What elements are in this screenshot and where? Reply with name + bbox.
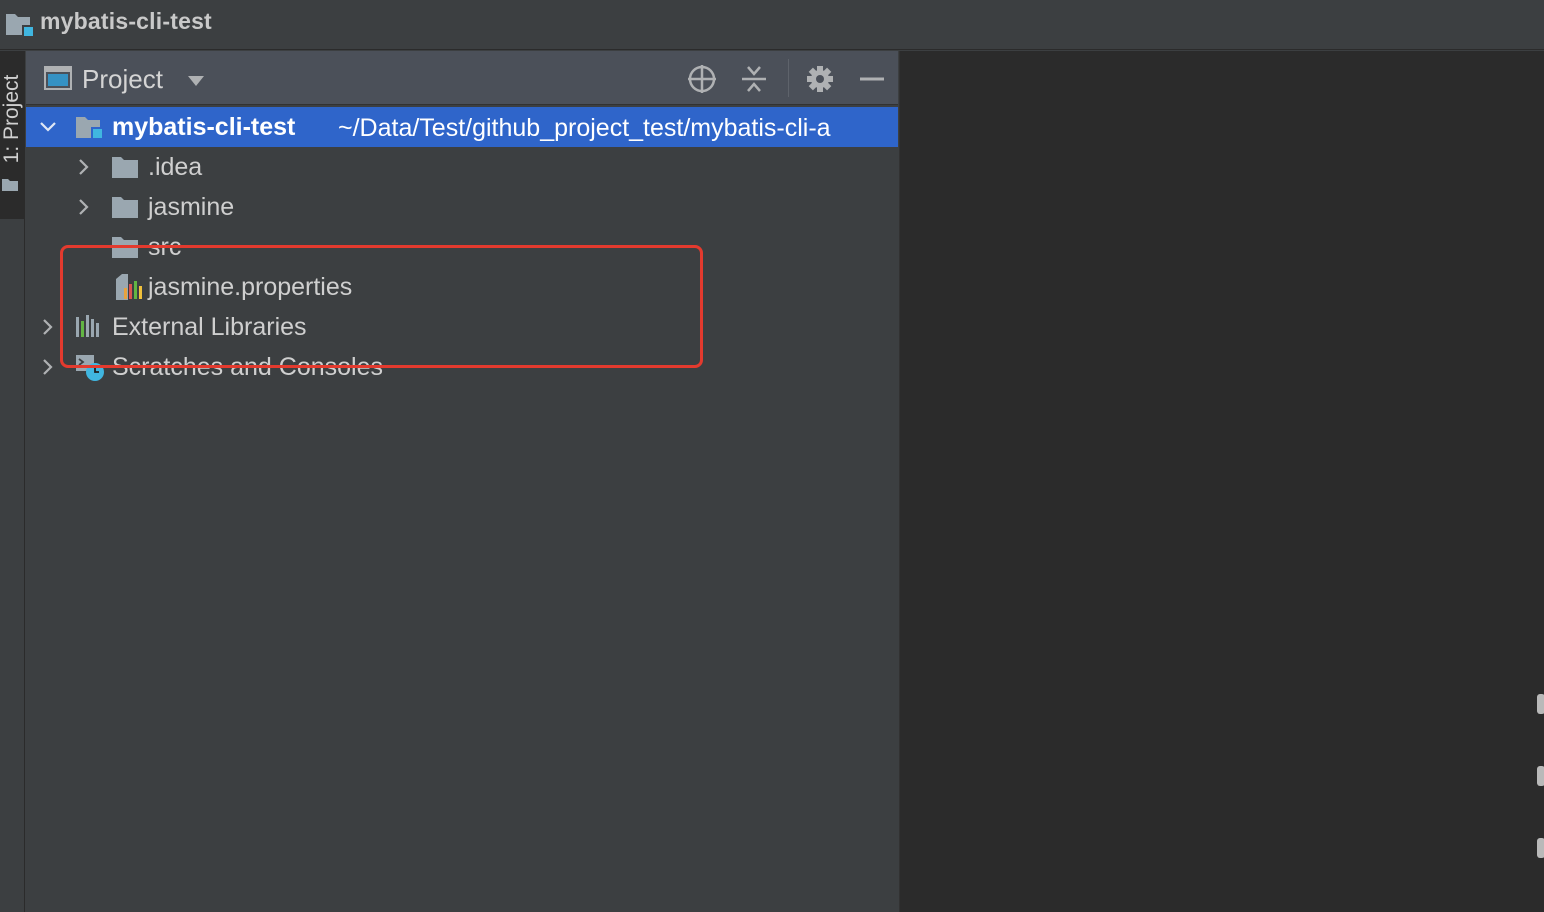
root-name: mybatis-cli-test: [112, 113, 296, 141]
title-bar: mybatis-cli-test: [0, 0, 1544, 50]
chevron-right-icon[interactable]: [38, 317, 58, 337]
tree-item-external-libraries[interactable]: External Libraries: [26, 307, 898, 347]
tree-item-label: jasmine.properties: [148, 273, 353, 301]
tree-item-label: External Libraries: [112, 313, 307, 341]
toolbar-separator: [788, 59, 789, 97]
collapse-all-icon[interactable]: [738, 63, 770, 95]
root-path: ~/Data/Test/github_project_test/mybatis-…: [338, 114, 831, 142]
tree-item-src[interactable]: src: [26, 227, 898, 267]
module-folder-icon: [76, 117, 103, 139]
window-title: mybatis-cli-test: [40, 8, 212, 34]
chevron-right-icon[interactable]: [74, 157, 94, 177]
folder-icon: [2, 179, 18, 191]
project-folder-icon: [6, 14, 33, 36]
chevron-right-icon[interactable]: [38, 357, 58, 377]
editor-edge-fragment: [1537, 694, 1544, 714]
project-tool-tab-label: 1: Project: [0, 74, 23, 164]
chevron-down-icon[interactable]: [186, 75, 206, 87]
editor-area: [899, 51, 1544, 912]
chevron-down-icon[interactable]: [38, 117, 58, 137]
locate-icon[interactable]: [686, 63, 718, 95]
folder-icon: [112, 157, 138, 178]
project-tool-tab[interactable]: 1: Project: [0, 51, 25, 219]
folder-icon: [112, 237, 138, 258]
tree-item-label: jasmine: [148, 193, 235, 221]
editor-edge-fragment: [1537, 766, 1544, 786]
scratches-clock-icon: [76, 355, 104, 381]
tool-window-stripe: 1: Project: [0, 51, 25, 912]
project-panel-header: Project: [26, 51, 898, 105]
tree-item-scratches[interactable]: Scratches and Consoles: [26, 347, 898, 387]
tree-item-label: Scratches and Consoles: [112, 353, 383, 381]
hide-minimize-icon[interactable]: [856, 63, 888, 95]
tree-item-jasmine-properties[interactable]: jasmine.properties: [26, 267, 898, 307]
editor-edge-fragment: [1537, 838, 1544, 858]
tree-item-label: .idea: [148, 153, 203, 181]
folder-icon: [112, 197, 138, 218]
chevron-right-icon[interactable]: [74, 197, 94, 217]
settings-gear-icon[interactable]: [804, 63, 836, 95]
project-panel: Project mybatis-cli-test ~/Data/Test/git…: [26, 51, 898, 912]
properties-file-icon: [116, 274, 142, 300]
project-view-selector[interactable]: Project: [82, 64, 163, 95]
tree-item-label: src: [148, 233, 182, 261]
libraries-icon: [76, 315, 99, 337]
tree-item-idea[interactable]: .idea: [26, 147, 898, 187]
project-view-icon: [44, 66, 72, 90]
tree-item-jasmine[interactable]: jasmine: [26, 187, 898, 227]
tree-root-row[interactable]: mybatis-cli-test ~/Data/Test/github_proj…: [26, 107, 898, 147]
